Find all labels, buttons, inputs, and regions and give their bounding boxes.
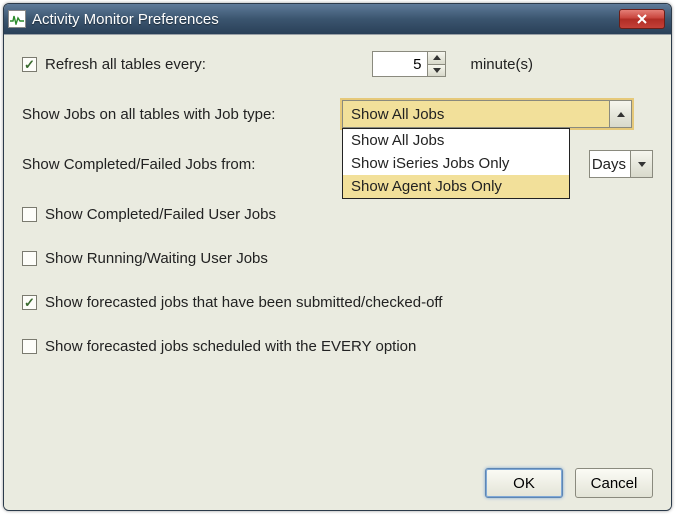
jobtype-dropdown-button[interactable] [609, 101, 631, 127]
window-title: Activity Monitor Preferences [32, 11, 619, 28]
refresh-spinner [372, 51, 446, 77]
fromrange-dropdown-button[interactable] [630, 151, 652, 177]
close-button[interactable] [619, 9, 665, 29]
refresh-unit-label: minute(s) [470, 56, 533, 73]
check-forecasted-submitted[interactable] [22, 295, 37, 310]
fromrange-value: Days [590, 151, 630, 177]
check-row-running-user: Show Running/Waiting User Jobs [22, 243, 653, 273]
check-row-forecasted-every: Show forecasted jobs scheduled with the … [22, 331, 653, 361]
cancel-button-label: Cancel [591, 475, 638, 492]
check-completed-user-label: Show Completed/Failed User Jobs [45, 206, 276, 223]
jobtype-selected: Show All Jobs [343, 101, 609, 127]
refresh-checkbox[interactable] [22, 57, 37, 72]
client-area: Refresh all tables every: minute(s) Show… [4, 34, 671, 510]
chevron-up-icon [433, 55, 441, 60]
fromrange-label: Show Completed/Failed Jobs from: [22, 156, 292, 173]
refresh-value-input[interactable] [373, 52, 427, 76]
check-running-user[interactable] [22, 251, 37, 266]
check-running-user-label: Show Running/Waiting User Jobs [45, 250, 268, 267]
chevron-up-icon [617, 112, 625, 117]
cancel-button[interactable]: Cancel [575, 468, 653, 498]
jobtype-label: Show Jobs on all tables with Job type: [22, 106, 342, 123]
jobtype-options-list: Show All Jobs Show iSeries Jobs Only Sho… [342, 128, 570, 199]
check-forecasted-every-label: Show forecasted jobs scheduled with the … [45, 338, 416, 355]
refresh-row: Refresh all tables every: minute(s) [22, 49, 653, 79]
spinner-up[interactable] [428, 52, 445, 65]
ok-button-label: OK [513, 475, 535, 492]
chevron-down-icon [638, 162, 646, 167]
ok-button[interactable]: OK [485, 468, 563, 498]
check-row-forecasted-submitted: Show forecasted jobs that have been subm… [22, 287, 653, 317]
chevron-down-icon [433, 68, 441, 73]
titlebar: Activity Monitor Preferences [4, 4, 671, 34]
jobtype-dropdown[interactable]: Show All Jobs Show All Jobs Show iSeries… [342, 100, 632, 128]
check-row-completed-user: Show Completed/Failed User Jobs [22, 199, 653, 229]
fromrange-dropdown[interactable]: Days [589, 150, 653, 178]
preferences-window: Activity Monitor Preferences Refresh all… [3, 3, 672, 511]
spinner-down[interactable] [428, 65, 445, 77]
jobtype-row: Show Jobs on all tables with Job type: S… [22, 99, 653, 129]
refresh-label: Refresh all tables every: [45, 56, 206, 73]
check-forecasted-submitted-label: Show forecasted jobs that have been subm… [45, 294, 442, 311]
dialog-buttons: OK Cancel [485, 468, 653, 498]
close-icon [635, 13, 649, 25]
app-icon [8, 10, 26, 28]
jobtype-option-agent[interactable]: Show Agent Jobs Only [343, 175, 569, 198]
check-completed-user[interactable] [22, 207, 37, 222]
jobtype-option-all[interactable]: Show All Jobs [343, 129, 569, 152]
check-forecasted-every[interactable] [22, 339, 37, 354]
jobtype-option-iseries[interactable]: Show iSeries Jobs Only [343, 152, 569, 175]
spinner-buttons [427, 52, 445, 76]
